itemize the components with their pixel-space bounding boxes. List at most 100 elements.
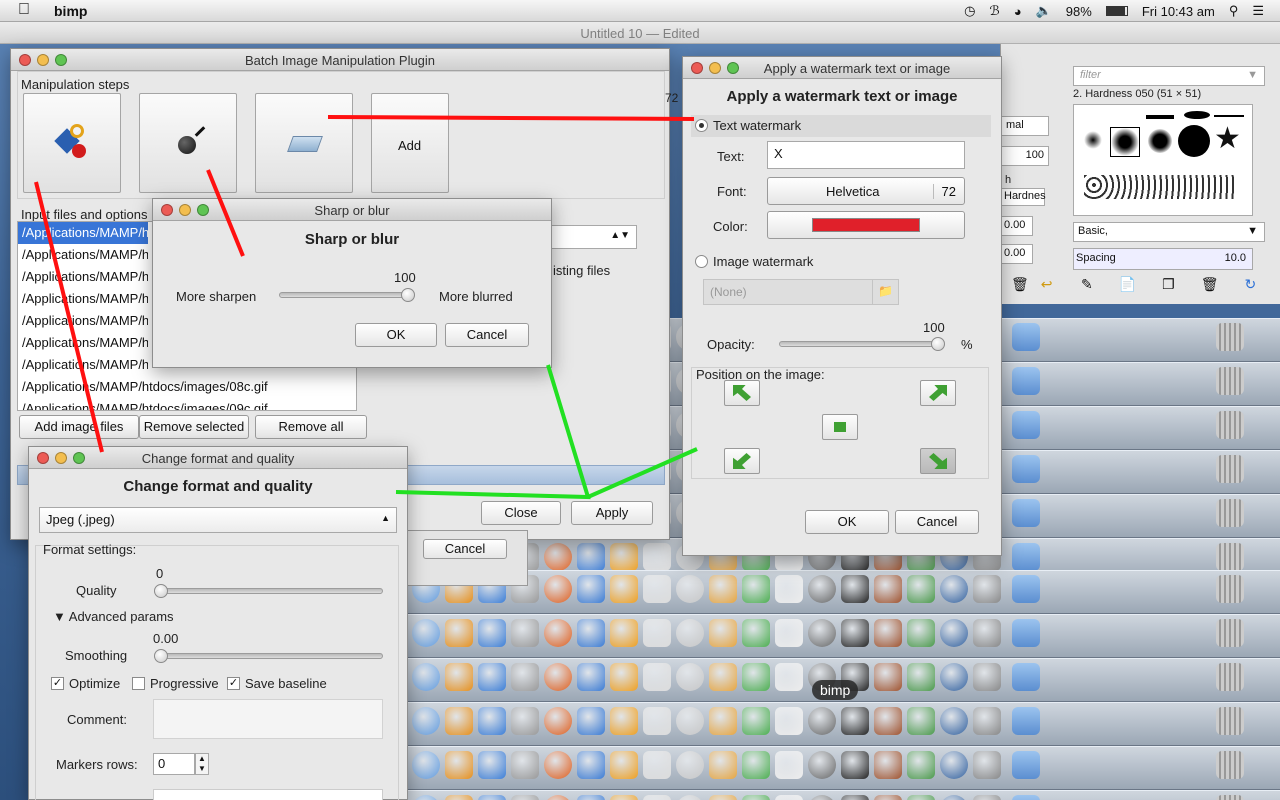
trash-icon[interactable]: 🗑 [1011,276,1029,293]
dock-app-icon[interactable] [874,575,902,603]
dock-app-icon[interactable] [874,751,902,779]
background-cancel-button[interactable]: Cancel [423,539,507,559]
progressive-checkbox[interactable] [132,677,145,690]
dock-trash-icon[interactable] [1216,455,1244,483]
sharp-blur-minimize-button[interactable] [179,204,191,216]
app-menu[interactable]: bimp [54,3,87,19]
dock-app-icon[interactable] [973,751,1001,779]
new-brush-icon[interactable]: 📄 [1119,276,1136,296]
brush-grid[interactable]: ★ [1073,104,1253,216]
close-window-button[interactable] [19,54,31,66]
dock-app-icon[interactable] [478,619,506,647]
dock-app-icon[interactable] [544,543,572,571]
dock-folder-icon[interactable] [1012,411,1040,439]
sharp-blur-slider-track[interactable] [279,292,413,298]
dock-app-icon[interactable] [577,619,605,647]
dock-app-icon[interactable] [907,795,935,800]
dock-app-icon[interactable] [610,795,638,800]
reset-icon[interactable]: ↩ [1041,276,1053,293]
dock-app-icon[interactable] [709,795,737,800]
dock-app-icon[interactable] [676,707,704,735]
dock-app-icon[interactable] [544,619,572,647]
dock-app-icon[interactable] [643,707,671,735]
dock-app-icon[interactable] [940,707,968,735]
quality-slider-knob[interactable] [154,584,168,598]
add-image-files-button[interactable]: Add image files [19,415,139,439]
dock-app-icon[interactable] [808,795,836,800]
dock-app-icon[interactable] [445,663,473,691]
dock-app-icon[interactable] [841,795,869,800]
dock-app-icon[interactable] [973,795,1001,800]
smoothing-slider-knob[interactable] [154,649,168,663]
dock-app-icon[interactable] [841,575,869,603]
dock-app-icon[interactable] [610,751,638,779]
dock-app-icon[interactable] [907,619,935,647]
format-zoom-button[interactable] [73,452,85,464]
dock-app-icon[interactable] [907,751,935,779]
dock-app-icon[interactable] [808,751,836,779]
dock-app-icon[interactable] [973,619,1001,647]
dock-app-icon[interactable] [643,575,671,603]
dock-app-icon[interactable] [511,619,539,647]
dock-app-icon[interactable] [445,795,473,800]
brush-filter-input[interactable]: filter ▼ [1073,66,1265,86]
dock-app-icon[interactable] [676,751,704,779]
file-list-row[interactable]: /Applications/MAMP/htdocs/images/09c.gif [18,398,356,410]
bluetooth-icon[interactable]: ℬ [990,3,1000,19]
dock-app-icon[interactable] [973,707,1001,735]
font-picker-button[interactable]: Helvetica 72 [767,177,965,205]
file-list-row[interactable]: /Applications/MAMP/h [18,310,148,332]
dock-app-icon[interactable] [973,663,1001,691]
dock-app-icon[interactable] [577,663,605,691]
image-watermark-label[interactable]: Image watermark [713,254,813,269]
dock-folder-icon[interactable] [1012,619,1040,647]
advanced-params-toggle[interactable]: ▼ Advanced params [53,609,174,624]
dock-app-icon[interactable] [940,663,968,691]
comment-textarea[interactable] [153,699,383,739]
dock-app-icon[interactable] [775,619,803,647]
dock-app-icon[interactable] [676,663,704,691]
dock-app-icon[interactable] [907,707,935,735]
save-baseline-checkbox[interactable]: ✓ [227,677,240,690]
position-top-left-button[interactable] [724,380,760,406]
dock-app-icon[interactable] [478,795,506,800]
opacity-slider-knob[interactable] [931,337,945,351]
dock-app-icon[interactable] [643,751,671,779]
format-select[interactable]: Jpeg (.jpeg) ▲ [39,507,397,533]
wifi-icon[interactable]: ◕ [1014,4,1022,19]
markers-rows-stepper[interactable]: ▲ ▼ [195,753,209,775]
dock-trash-icon[interactable] [1216,499,1244,527]
edit-brush-icon[interactable]: ✎ [1081,276,1093,296]
delete-brush-icon[interactable]: 🗑 [1201,276,1219,296]
dock-app-icon[interactable] [412,707,440,735]
value-a-field[interactable]: 0.00 [1001,216,1033,236]
image-watermark-radio[interactable] [695,255,708,268]
dock-app-icon[interactable] [709,575,737,603]
file-list-row[interactable]: /Applications/MAMP/h [18,354,148,376]
duplicate-brush-icon[interactable]: ❐ [1162,276,1175,296]
dock-app-icon[interactable] [412,751,440,779]
dock-app-icon[interactable] [742,707,770,735]
dock-app-icon[interactable] [445,619,473,647]
sharp-blur-cancel-button[interactable]: Cancel [445,323,529,347]
dock-trash-icon[interactable] [1216,619,1244,647]
dock-folder-icon[interactable] [1012,707,1040,735]
dock-app-icon[interactable] [874,795,902,800]
volume-icon[interactable]: 🔈 [1036,3,1052,19]
file-list-row[interactable]: /Applications/MAMP/h [18,332,148,354]
dock-app-icon[interactable] [940,795,968,800]
dock-trash-icon[interactable] [1216,707,1244,735]
dock-app-icon[interactable] [709,619,737,647]
dock-app-icon[interactable] [544,751,572,779]
close-button[interactable]: Close [481,501,561,525]
dock-app-icon[interactable] [643,543,671,571]
remove-all-button[interactable]: Remove all [255,415,367,439]
dock-app-icon[interactable] [544,707,572,735]
dock-app-icon[interactable] [973,575,1001,603]
file-list-row[interactable]: /Applications/MAMP/h [18,222,148,244]
clock[interactable]: Fri 10:43 am [1142,4,1215,19]
dock-app-icon[interactable] [511,751,539,779]
dock-app-icon[interactable] [478,707,506,735]
dock-app-icon[interactable] [841,619,869,647]
step-format-button[interactable] [255,93,353,193]
